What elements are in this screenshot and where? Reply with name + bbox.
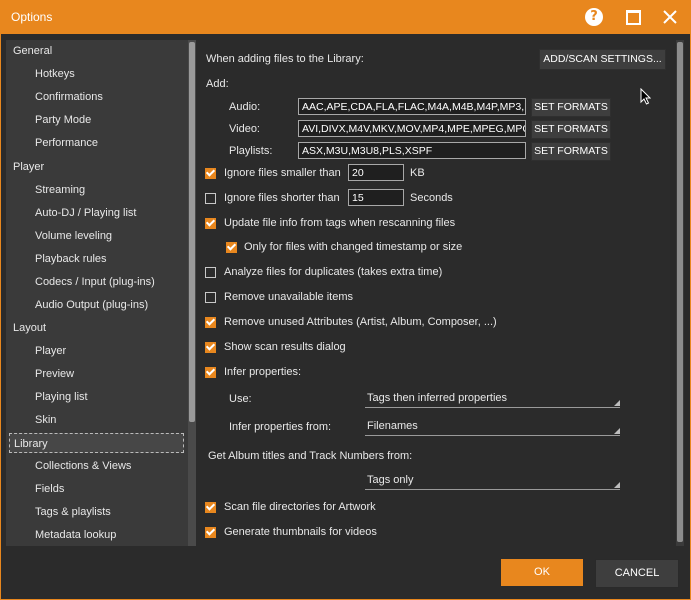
show-scan-results-label: Show scan results dialog bbox=[224, 341, 346, 353]
add-label: Add: bbox=[206, 78, 229, 90]
scan-artwork-checkbox[interactable] bbox=[205, 502, 216, 513]
audio-set-formats-button[interactable]: SET FORMATS bbox=[531, 98, 611, 117]
ignore-smaller-label: Ignore files smaller than bbox=[224, 167, 341, 179]
library-settings-panel: When adding files to the Library: ADD/SC… bbox=[200, 40, 676, 546]
video-formats-field[interactable]: AVI,DIVX,M4V,MKV,MOV,MP4,MPE,MPEG,MPG, bbox=[298, 120, 526, 137]
album-titles-dropdown-value: Tags only bbox=[367, 474, 414, 486]
ignore-shorter-input[interactable]: 15 bbox=[348, 189, 404, 206]
update-tags-label: Update file info from tags when rescanni… bbox=[224, 217, 456, 229]
infer-properties-label: Infer properties: bbox=[224, 366, 302, 378]
main-scrollbar[interactable] bbox=[676, 40, 684, 546]
sidebar-item-streaming[interactable]: Streaming bbox=[35, 180, 85, 200]
sidebar-item-volume-leveling[interactable]: Volume leveling bbox=[35, 226, 112, 246]
album-titles-label: Get Album titles and Track Numbers from: bbox=[208, 450, 413, 462]
window-title: Options bbox=[11, 10, 53, 24]
sidebar-item-codecs-input[interactable]: Codecs / Input (plug-ins) bbox=[35, 272, 155, 292]
sidebar-item-fields[interactable]: Fields bbox=[35, 479, 64, 499]
ignore-smaller-input[interactable]: 20 bbox=[348, 164, 404, 181]
ignore-smaller-unit: KB bbox=[410, 167, 425, 179]
sidebar-category-layout[interactable]: Layout bbox=[13, 318, 46, 338]
show-scan-results-checkbox[interactable] bbox=[205, 342, 216, 353]
ok-button[interactable]: OK bbox=[501, 559, 583, 586]
sidebar-item-tags-playlists[interactable]: Tags & playlists bbox=[35, 502, 111, 522]
infer-properties-checkbox[interactable] bbox=[205, 367, 216, 378]
mouse-cursor-icon bbox=[640, 88, 651, 105]
sidebar-item-layout-player[interactable]: Player bbox=[35, 341, 66, 361]
sidebar-category-general[interactable]: General bbox=[13, 41, 52, 61]
cancel-button[interactable]: CANCEL bbox=[595, 559, 679, 588]
help-icon: ? bbox=[585, 8, 603, 26]
title-bar: Options ? bbox=[0, 0, 691, 34]
infer-from-dropdown[interactable]: Filenames bbox=[365, 418, 620, 436]
close-icon bbox=[663, 10, 677, 24]
sidebar-scrollbar-thumb[interactable] bbox=[189, 42, 195, 422]
playlist-formats-field[interactable]: ASX,M3U,M3U8,PLS,XSPF bbox=[298, 142, 526, 159]
sidebar-item-collections-views[interactable]: Collections & Views bbox=[35, 456, 131, 476]
infer-from-label: Infer properties from: bbox=[229, 421, 332, 433]
video-label: Video: bbox=[229, 123, 260, 135]
sidebar-item-preview[interactable]: Preview bbox=[35, 364, 74, 384]
infer-from-dropdown-value: Filenames bbox=[367, 420, 418, 432]
sidebar-scrollbar[interactable] bbox=[188, 40, 196, 546]
sidebar-item-playback-rules[interactable]: Playback rules bbox=[35, 249, 107, 269]
close-button[interactable] bbox=[656, 4, 684, 30]
use-dropdown-value: Tags then inferred properties bbox=[367, 392, 508, 404]
generate-thumbnails-label: Generate thumbnails for videos bbox=[224, 526, 377, 538]
dropdown-arrow-icon bbox=[614, 400, 620, 406]
remove-unused-label: Remove unused Attributes (Artist, Album,… bbox=[224, 316, 497, 328]
album-titles-dropdown[interactable]: Tags only bbox=[365, 472, 620, 490]
sidebar-item-confirmations[interactable]: Confirmations bbox=[35, 87, 103, 107]
sidebar-item-skin[interactable]: Skin bbox=[35, 410, 56, 430]
audio-formats-field[interactable]: AAC,APE,CDA,FLA,FLAC,M4A,M4B,M4P,MP3,MP bbox=[298, 98, 526, 115]
maximize-button[interactable] bbox=[618, 4, 646, 30]
remove-unavailable-checkbox[interactable] bbox=[205, 292, 216, 303]
maximize-icon bbox=[626, 10, 641, 25]
analyze-duplicates-label: Analyze files for duplicates (takes extr… bbox=[224, 266, 443, 278]
scan-artwork-label: Scan file directories for Artwork bbox=[224, 501, 376, 513]
remove-unused-checkbox[interactable] bbox=[205, 317, 216, 328]
help-button[interactable]: ? bbox=[580, 4, 608, 30]
sidebar-item-metadata-lookup[interactable]: Metadata lookup bbox=[35, 525, 116, 545]
options-sidebar: General Hotkeys Confirmations Party Mode… bbox=[6, 40, 196, 546]
playlists-label: Playlists: bbox=[229, 145, 273, 157]
add-scan-settings-button[interactable]: ADD/SCAN SETTINGS... bbox=[539, 49, 666, 70]
dropdown-arrow-icon bbox=[614, 428, 620, 434]
ignore-smaller-checkbox[interactable] bbox=[205, 168, 216, 179]
use-label: Use: bbox=[229, 393, 252, 405]
remove-unavailable-label: Remove unavailable items bbox=[224, 291, 354, 303]
update-tags-checkbox[interactable] bbox=[205, 218, 216, 229]
sidebar-item-audio-output[interactable]: Audio Output (plug-ins) bbox=[35, 295, 148, 315]
sidebar-item-party-mode[interactable]: Party Mode bbox=[35, 110, 91, 130]
video-set-formats-button[interactable]: SET FORMATS bbox=[531, 120, 611, 139]
sidebar-item-playing-list[interactable]: Playing list bbox=[35, 387, 88, 407]
sidebar-item-hotkeys[interactable]: Hotkeys bbox=[35, 64, 75, 84]
ignore-shorter-unit: Seconds bbox=[410, 192, 453, 204]
ignore-shorter-label: Ignore files shorter than bbox=[224, 192, 340, 204]
main-scrollbar-thumb[interactable] bbox=[677, 42, 683, 542]
sidebar-category-library[interactable]: Library bbox=[9, 433, 184, 453]
ignore-shorter-checkbox[interactable] bbox=[205, 193, 216, 204]
only-changed-checkbox[interactable] bbox=[226, 242, 237, 253]
sidebar-item-auto-dj[interactable]: Auto-DJ / Playing list bbox=[35, 203, 136, 223]
playlists-set-formats-button[interactable]: SET FORMATS bbox=[531, 142, 611, 161]
only-changed-label: Only for files with changed timestamp or… bbox=[244, 241, 463, 253]
analyze-duplicates-checkbox[interactable] bbox=[205, 267, 216, 278]
use-dropdown[interactable]: Tags then inferred properties bbox=[365, 390, 620, 408]
audio-label: Audio: bbox=[229, 101, 261, 113]
adding-files-header: When adding files to the Library: bbox=[206, 53, 364, 65]
sidebar-category-player[interactable]: Player bbox=[13, 157, 44, 177]
dropdown-arrow-icon bbox=[614, 482, 620, 488]
sidebar-item-performance[interactable]: Performance bbox=[35, 133, 98, 153]
generate-thumbnails-checkbox[interactable] bbox=[205, 527, 216, 538]
